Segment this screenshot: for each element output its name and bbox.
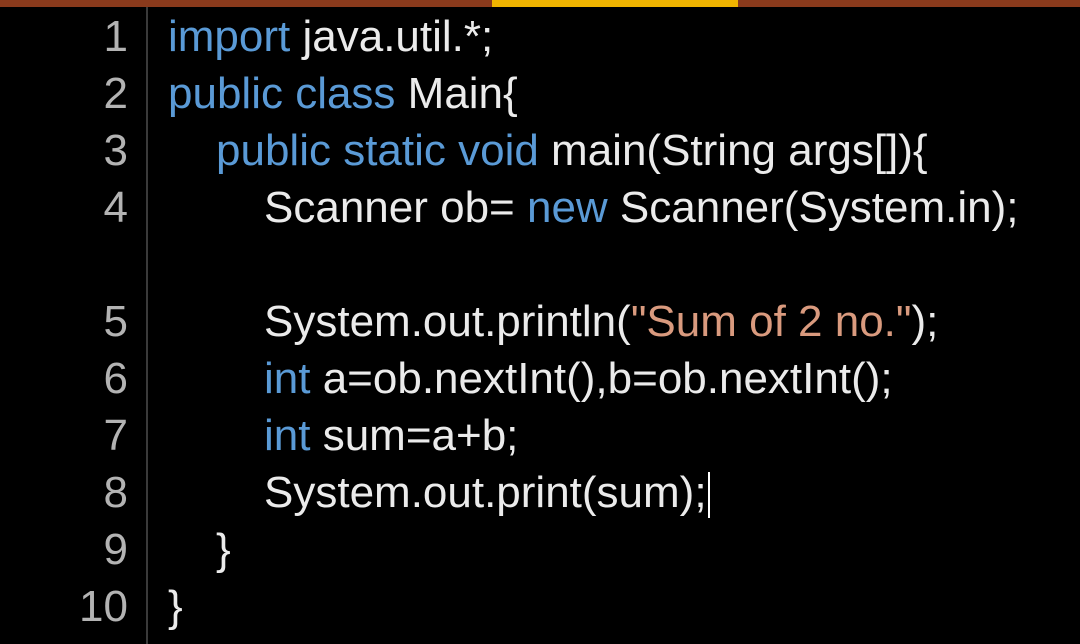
code-token: java.util.*; — [290, 12, 494, 61]
code-text[interactable]: public static void main(String args[]){ — [216, 122, 928, 179]
line-number: 9 — [103, 525, 128, 574]
code-token: Main{ — [395, 69, 518, 118]
code-text[interactable]: public class Main{ — [168, 65, 518, 122]
tab-indicator — [492, 0, 738, 7]
line-number: 8 — [103, 468, 128, 517]
code-token: } — [168, 582, 183, 631]
keyword: public static void — [216, 126, 539, 175]
code-token: ); — [911, 297, 939, 346]
keyword: int — [264, 411, 311, 460]
code-token: sum=a+b; — [310, 411, 519, 460]
code-text[interactable]: int sum=a+b; — [264, 407, 518, 464]
code-text[interactable]: int a=ob.nextInt(),b=ob.nextInt(); — [264, 350, 893, 407]
code-text[interactable]: import java.util.*; — [168, 8, 493, 65]
code-token: Scanner ob= — [264, 183, 527, 232]
code-token: } — [216, 525, 231, 574]
keyword: new — [526, 183, 608, 232]
line-number: 1 — [103, 12, 128, 61]
keyword: import — [168, 12, 291, 61]
code-token: main(String args[]){ — [538, 126, 928, 175]
line-number: 6 — [103, 354, 128, 403]
code-token: System.out.println( — [264, 297, 631, 346]
string-literal: "Sum of 2 no." — [630, 297, 912, 346]
keyword: int — [264, 354, 311, 403]
code-token: Scanner(System.in); — [607, 183, 1019, 232]
code-text[interactable]: } — [216, 521, 231, 578]
text-cursor — [707, 472, 710, 519]
code-editor[interactable]: 1 import java.util.*; 2 public class Mai… — [0, 0, 1080, 644]
line-number: 4 — [103, 183, 128, 232]
code-token: System.out.print(sum); — [264, 468, 707, 517]
code-text[interactable]: System.out.println("Sum of 2 no."); — [264, 293, 938, 350]
top-bar — [0, 0, 1080, 7]
line-number: 10 — [79, 582, 128, 631]
line-number: 2 — [103, 69, 128, 118]
code-token: a=ob.nextInt(),b=ob.nextInt(); — [310, 354, 893, 403]
keyword: public class — [168, 69, 396, 118]
code-text[interactable]: Scanner ob= new Scanner(System.in); — [264, 179, 1019, 236]
line-number: 7 — [103, 411, 128, 460]
line-number: 3 — [103, 126, 128, 175]
code-text[interactable]: } — [168, 578, 183, 635]
gutter-divider — [146, 7, 148, 644]
code-text[interactable]: System.out.print(sum); — [264, 464, 710, 521]
line-number: 5 — [103, 297, 128, 346]
